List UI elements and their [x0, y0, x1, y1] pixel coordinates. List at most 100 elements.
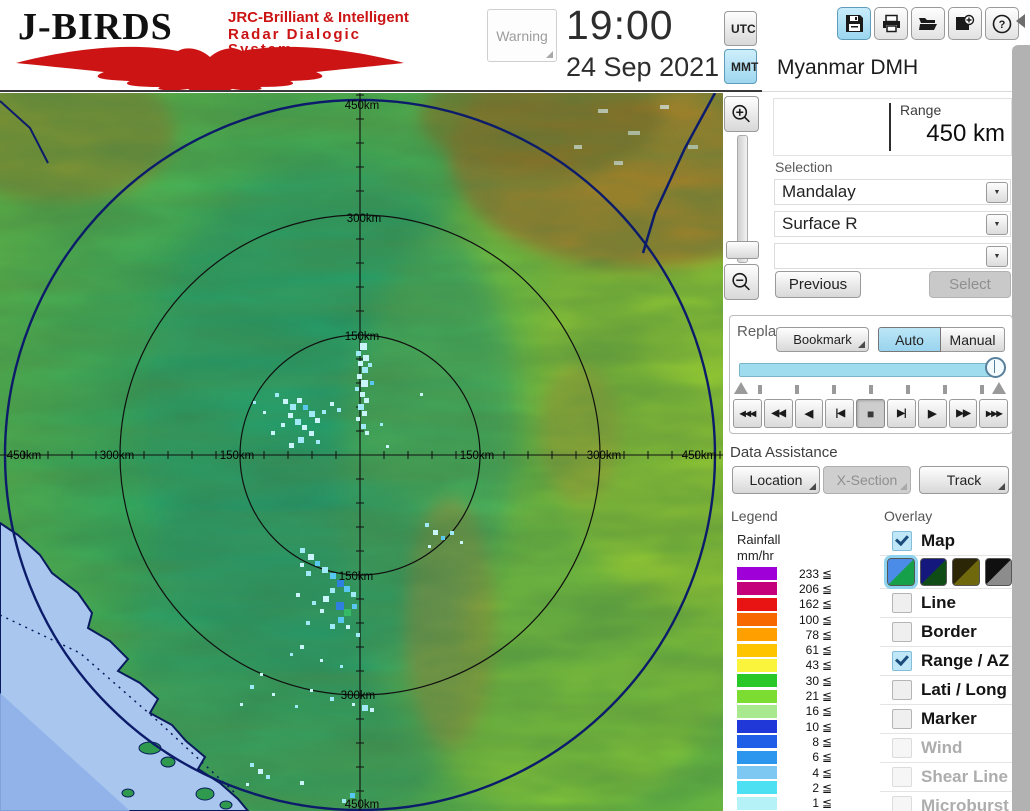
- rain-echo-cell: [344, 586, 350, 592]
- dropdown-value: Surface R: [782, 214, 858, 233]
- zoom-out-button[interactable]: [724, 264, 759, 300]
- legend-row: 8 ≦: [737, 734, 832, 749]
- rain-echo-cell: [338, 617, 344, 623]
- fast-forward-button[interactable]: ▶▶: [948, 399, 978, 428]
- bookmark-button[interactable]: Bookmark: [776, 327, 869, 352]
- legend-threshold-value: 16: [805, 704, 819, 719]
- select-button[interactable]: Select: [929, 271, 1011, 298]
- chevron-down-icon[interactable]: ▼: [986, 214, 1008, 235]
- rain-echo-cell: [365, 431, 369, 435]
- zoom-out-icon: [732, 272, 750, 291]
- map-style-option-1[interactable]: [884, 555, 918, 589]
- chevron-down-icon[interactable]: ▼: [986, 246, 1008, 267]
- radar-map-display[interactable]: 450km 300km 150km 150km 300km 450km 450km 300km…: [0, 93, 723, 811]
- open-folder-icon: [919, 18, 937, 30]
- collapse-arrow-icon[interactable]: [1016, 14, 1025, 28]
- checkbox-border[interactable]: [892, 622, 912, 642]
- rain-echo-cell: [420, 393, 423, 396]
- fast-rewind-button[interactable]: ◀◀: [763, 399, 793, 428]
- checkbox-lati-long[interactable]: [892, 680, 912, 700]
- rain-echo-cell: [433, 530, 438, 535]
- slider-tick: [795, 385, 799, 394]
- overlay-option-label: Border: [921, 622, 977, 641]
- map-style-option-3[interactable]: [952, 558, 980, 586]
- legend-row: 16 ≦: [737, 704, 832, 719]
- checkbox-marker[interactable]: [892, 709, 912, 729]
- step-forward-button[interactable]: ▶|: [886, 399, 916, 428]
- play-button[interactable]: ▶: [917, 399, 947, 428]
- rain-echo-cell: [253, 401, 256, 404]
- checkbox-line[interactable]: [892, 593, 912, 613]
- range-value: 450 km: [926, 120, 1005, 147]
- zoom-slider-handle[interactable]: [726, 241, 759, 259]
- track-button[interactable]: Track: [919, 466, 1009, 494]
- reverse-play-button[interactable]: ◀: [794, 399, 824, 428]
- fast-forward-3x-button[interactable]: ▶▶▶: [979, 399, 1009, 428]
- export-image-button[interactable]: [948, 7, 982, 40]
- timezone-utc-button[interactable]: UTC: [724, 11, 757, 46]
- open-folder-button[interactable]: [911, 7, 945, 40]
- print-button[interactable]: [874, 7, 908, 40]
- replay-slider-track[interactable]: [739, 363, 999, 377]
- slider-end-marker: [992, 382, 1006, 394]
- checkbox-microburst: [892, 796, 912, 811]
- overlay-option-label: Wind: [921, 738, 963, 757]
- rain-echo-cell: [330, 697, 334, 701]
- save-button[interactable]: [837, 7, 871, 40]
- legend-row: 43 ≦: [737, 658, 832, 673]
- previous-button[interactable]: Previous: [775, 271, 861, 298]
- panel-collapse-strip[interactable]: [1012, 45, 1030, 811]
- range-ring-label: 450km: [7, 450, 42, 462]
- rain-echo-cell: [266, 775, 270, 779]
- legend-color-swatch: [737, 628, 777, 642]
- less-than-equal-symbol: ≦: [822, 796, 833, 811]
- chevron-down-icon[interactable]: ▼: [986, 182, 1008, 203]
- stop-button[interactable]: ■: [856, 399, 885, 428]
- less-than-equal-symbol: ≦: [822, 597, 833, 612]
- overlay-row-lati-long: Lati / Long: [880, 675, 1012, 704]
- timezone-mmt-button[interactable]: MMT: [724, 49, 758, 84]
- replay-auto-button[interactable]: Auto: [878, 327, 941, 352]
- rain-echo-cell: [361, 380, 368, 387]
- selection-label: Selection: [775, 159, 833, 175]
- legend-row: 233 ≦: [737, 566, 832, 581]
- x-section-button[interactable]: X-Section: [823, 466, 911, 494]
- overlay-row-marker: Marker: [880, 704, 1012, 733]
- zoom-in-button[interactable]: [724, 96, 759, 132]
- range-ring-label: 150km: [345, 331, 380, 343]
- help-button[interactable]: ?: [985, 7, 1019, 40]
- overlay-option-label: Map: [921, 531, 955, 550]
- data-assistance-label: Data Assistance: [730, 444, 838, 461]
- selection-dropdown-0[interactable]: Mandalay ▼: [774, 179, 1011, 205]
- legend-color-swatch: [737, 567, 777, 581]
- legend-row: 1 ≦: [737, 795, 832, 810]
- overlay-row-wind: Wind: [880, 733, 1012, 762]
- range-ring-label: 300km: [347, 213, 382, 225]
- warning-button[interactable]: Warning: [487, 9, 557, 62]
- checkbox-map[interactable]: [892, 531, 912, 551]
- rain-echo-cell: [356, 417, 360, 421]
- step-back-button[interactable]: |◀: [825, 399, 855, 428]
- checkbox-range-az[interactable]: [892, 651, 912, 671]
- rain-echo-cell: [330, 573, 336, 579]
- overlay-option-label: Marker: [921, 709, 977, 728]
- location-button[interactable]: Location: [732, 466, 820, 494]
- jbirds-application-window: J-BIRDS JRC-Brilliant & Intelligent Rada…: [0, 0, 1030, 811]
- map-style-option-4[interactable]: [984, 558, 1012, 586]
- svg-text:?: ?: [999, 19, 1006, 31]
- save-icon: [845, 15, 863, 32]
- replay-slider-handle[interactable]: [985, 357, 1006, 378]
- less-than-equal-symbol: ≦: [822, 689, 833, 704]
- fast-rewind-3x-button[interactable]: ◀◀◀: [733, 399, 762, 428]
- rain-echo-cell: [315, 561, 320, 566]
- rain-echo-cell: [316, 440, 320, 444]
- rain-echo-cell: [295, 705, 298, 708]
- map-style-option-2[interactable]: [919, 558, 947, 586]
- selection-dropdown-1[interactable]: Surface R ▼: [774, 211, 1011, 237]
- legend-color-swatch: [737, 704, 777, 718]
- legend-threshold-value: 2: [812, 780, 819, 795]
- legend-row: 206 ≦: [737, 581, 832, 596]
- selection-dropdown-2[interactable]: ▼: [774, 243, 1011, 269]
- rain-echo-cell: [361, 424, 366, 429]
- replay-manual-button[interactable]: Manual: [941, 327, 1005, 352]
